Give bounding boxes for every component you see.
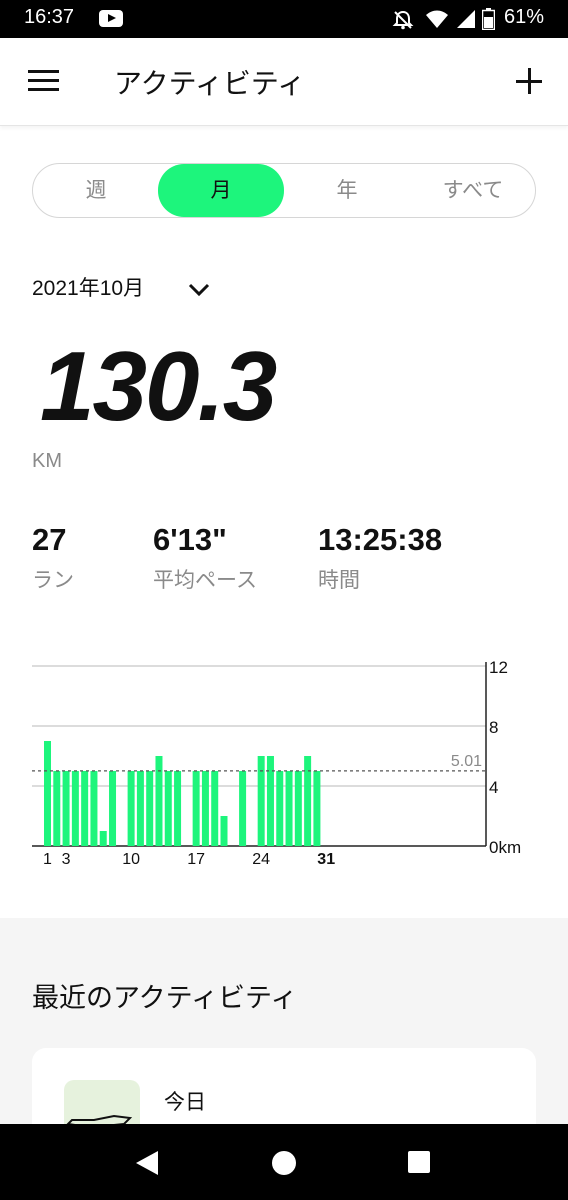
activity-date: 今日 [164,1090,206,1114]
bar [239,771,247,846]
tab-all[interactable]: すべて [410,164,536,216]
youtube-icon [99,10,123,27]
x-tick-label: 1 [43,851,52,868]
back-icon[interactable] [136,1151,158,1175]
bar [53,771,61,846]
system-nav-bar [0,1124,568,1200]
x-tick-label: 10 [122,851,140,868]
total-distance: 130.3 [40,331,277,441]
x-tick-label: 17 [187,851,205,868]
bar [109,771,117,846]
chevron-down-icon[interactable] [188,278,210,300]
stat-avg-pace: 6'13" 平均ペース [153,522,257,594]
bar [220,816,228,846]
distance-unit: KM [32,450,62,472]
bar [164,771,172,846]
y-tick-label: 8 [489,718,498,737]
tab-week[interactable]: 週 [33,164,159,216]
page-title: アクティビティ [114,67,306,100]
bar [266,756,274,846]
home-icon[interactable] [272,1151,296,1175]
bar [192,771,200,846]
x-tick-label: 3 [62,851,71,868]
app-bar: アクティビティ [0,38,568,126]
add-icon[interactable] [516,68,542,94]
recent-apps-icon[interactable] [408,1151,430,1173]
bar [294,771,302,846]
bar [136,771,144,846]
monthly-distance-chart: 12 8 4 0km 5.01 1 3 10 17 24 31 [32,658,521,868]
bar [146,771,154,846]
bar [90,771,98,846]
stat-runs: 27 ラン [32,522,74,594]
bar [211,771,219,846]
stat-label: ラン [32,568,74,592]
bar [285,771,293,846]
battery-icon [482,8,495,30]
stat-label: 平均ペース [153,568,257,592]
recent-activity-section: 最近のアクティビティ 今日 [0,918,568,1170]
bar [81,771,89,846]
stat-value: 6'13" [153,522,227,557]
month-selector[interactable]: 2021年10月 [32,272,144,302]
x-tick-label: 31 [317,851,335,868]
stat-value: 27 [32,522,67,557]
stat-value: 13:25:38 [318,522,443,557]
stat-time: 13:25:38 時間 [318,522,442,594]
x-tick-label: 24 [252,851,270,868]
y-tick-label: 4 [489,778,498,797]
bar [71,771,79,846]
status-bar: 16:37 61% [0,0,568,38]
period-tabs: 週 月 年 すべて [32,163,536,218]
bar [155,756,163,846]
section-title: 最近のアクティビティ [32,983,298,1014]
y-tick-label: 0km [489,838,521,857]
bar [44,741,51,846]
bar [174,771,182,846]
bar [201,771,209,846]
battery-level: 61% [503,6,544,28]
average-label: 5.01 [451,753,482,770]
bar [257,756,265,846]
bar [99,831,107,846]
stat-label: 時間 [318,568,360,592]
menu-icon[interactable] [28,70,60,92]
y-tick-label: 12 [489,658,508,677]
bar [127,771,135,846]
status-time: 16:37 [24,6,75,28]
wifi-icon [426,10,448,28]
bar [62,771,70,846]
bar [304,756,312,846]
signal-icon [457,10,475,28]
tab-month[interactable]: 月 [158,163,284,217]
bar [276,771,284,846]
tab-year[interactable]: 年 [284,164,410,216]
mute-bell-icon [392,10,414,30]
bar [313,771,321,846]
